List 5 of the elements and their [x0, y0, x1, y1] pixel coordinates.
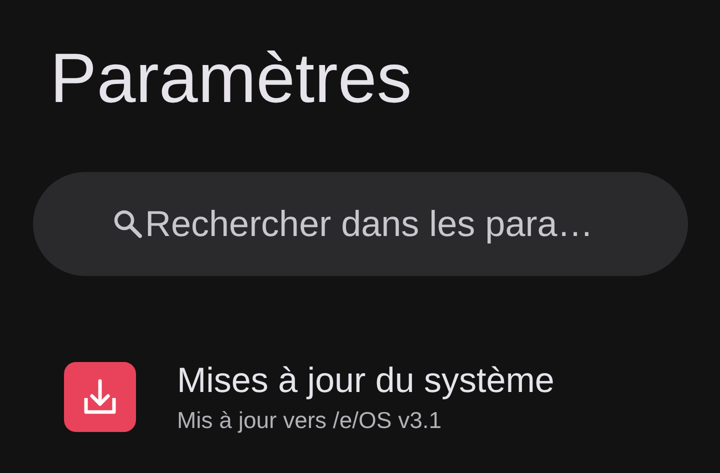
search-field[interactable]: Rechercher dans les para…	[33, 172, 688, 276]
item-title[interactable]: Mises à jour du système	[177, 360, 554, 402]
item-subtitle: Mis à jour vers /e/OS v3.1	[177, 406, 443, 434]
page-title: Paramètres	[50, 38, 413, 119]
download-icon[interactable]	[64, 362, 136, 432]
